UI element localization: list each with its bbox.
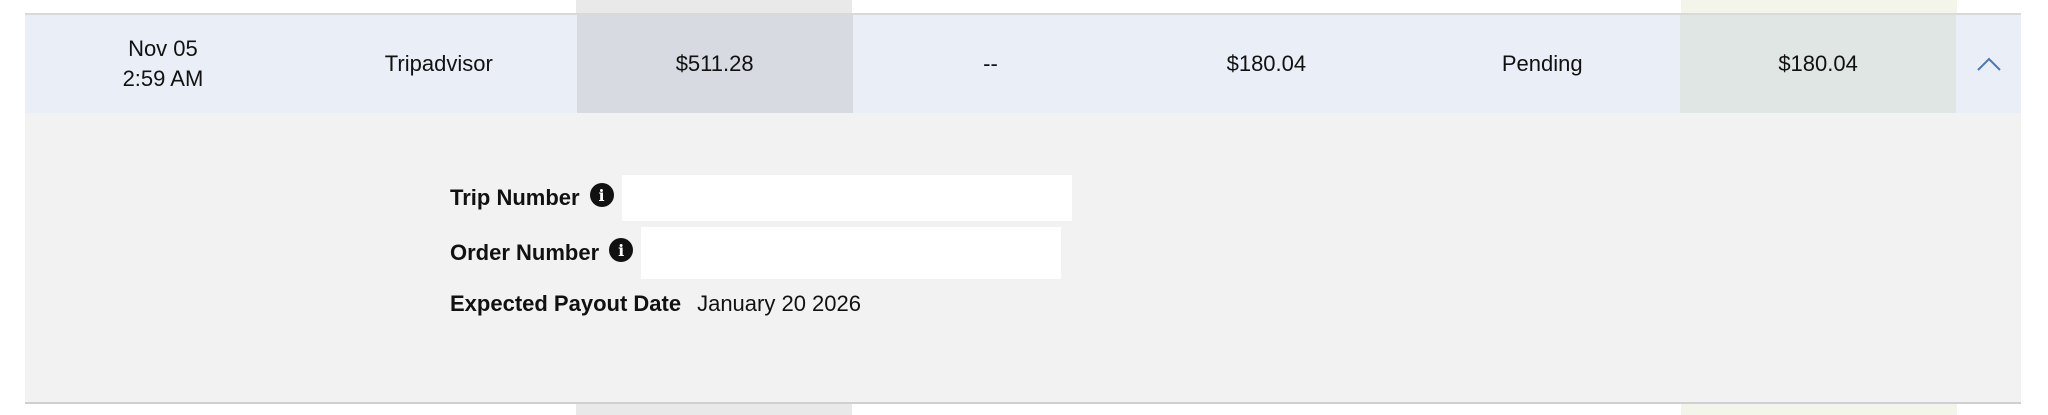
row-time: 2:59 AM bbox=[122, 66, 204, 91]
info-icon[interactable]: i bbox=[589, 183, 614, 207]
collapse-row-button[interactable] bbox=[1956, 15, 2021, 113]
transactions-table: Nov 05 2:59 AM Tripadvisor $511.28 -- $1… bbox=[25, 13, 2021, 404]
adjustment-cell: -- bbox=[983, 51, 998, 77]
chevron-up-icon bbox=[1976, 57, 2001, 71]
order-number-label: Order Number bbox=[450, 240, 600, 265]
status-cell: Pending bbox=[1501, 51, 1583, 77]
trip-number-input[interactable] bbox=[621, 175, 1072, 221]
expected-payout-label: Expected Payout Date bbox=[450, 291, 682, 316]
purchase-amount-cell: $511.28 bbox=[576, 15, 853, 113]
row-date: Nov 05 bbox=[128, 36, 198, 62]
order-number-field-group: Order Number i bbox=[450, 227, 1062, 279]
commission-cell: $180.04 bbox=[1226, 51, 1307, 77]
info-icon[interactable]: i bbox=[609, 238, 634, 262]
row-details-panel: Trip Number i Order Number i Expected Pa… bbox=[25, 113, 2021, 404]
trip-number-field-group: Trip Number i bbox=[450, 175, 1072, 221]
date-cell: Nov 05 2:59 AM bbox=[25, 15, 301, 113]
expected-payout-group: Expected Payout Date January 20 2026 bbox=[450, 291, 861, 317]
order-number-input[interactable] bbox=[641, 227, 1062, 279]
expected-payout-value: January 20 2026 bbox=[697, 291, 861, 316]
provider-cell: Tripadvisor bbox=[384, 51, 493, 77]
payout-cell: $180.04 bbox=[1680, 15, 1957, 113]
table-row[interactable]: Nov 05 2:59 AM Tripadvisor $511.28 -- $1… bbox=[25, 13, 2021, 113]
trip-number-label: Trip Number bbox=[450, 185, 580, 210]
